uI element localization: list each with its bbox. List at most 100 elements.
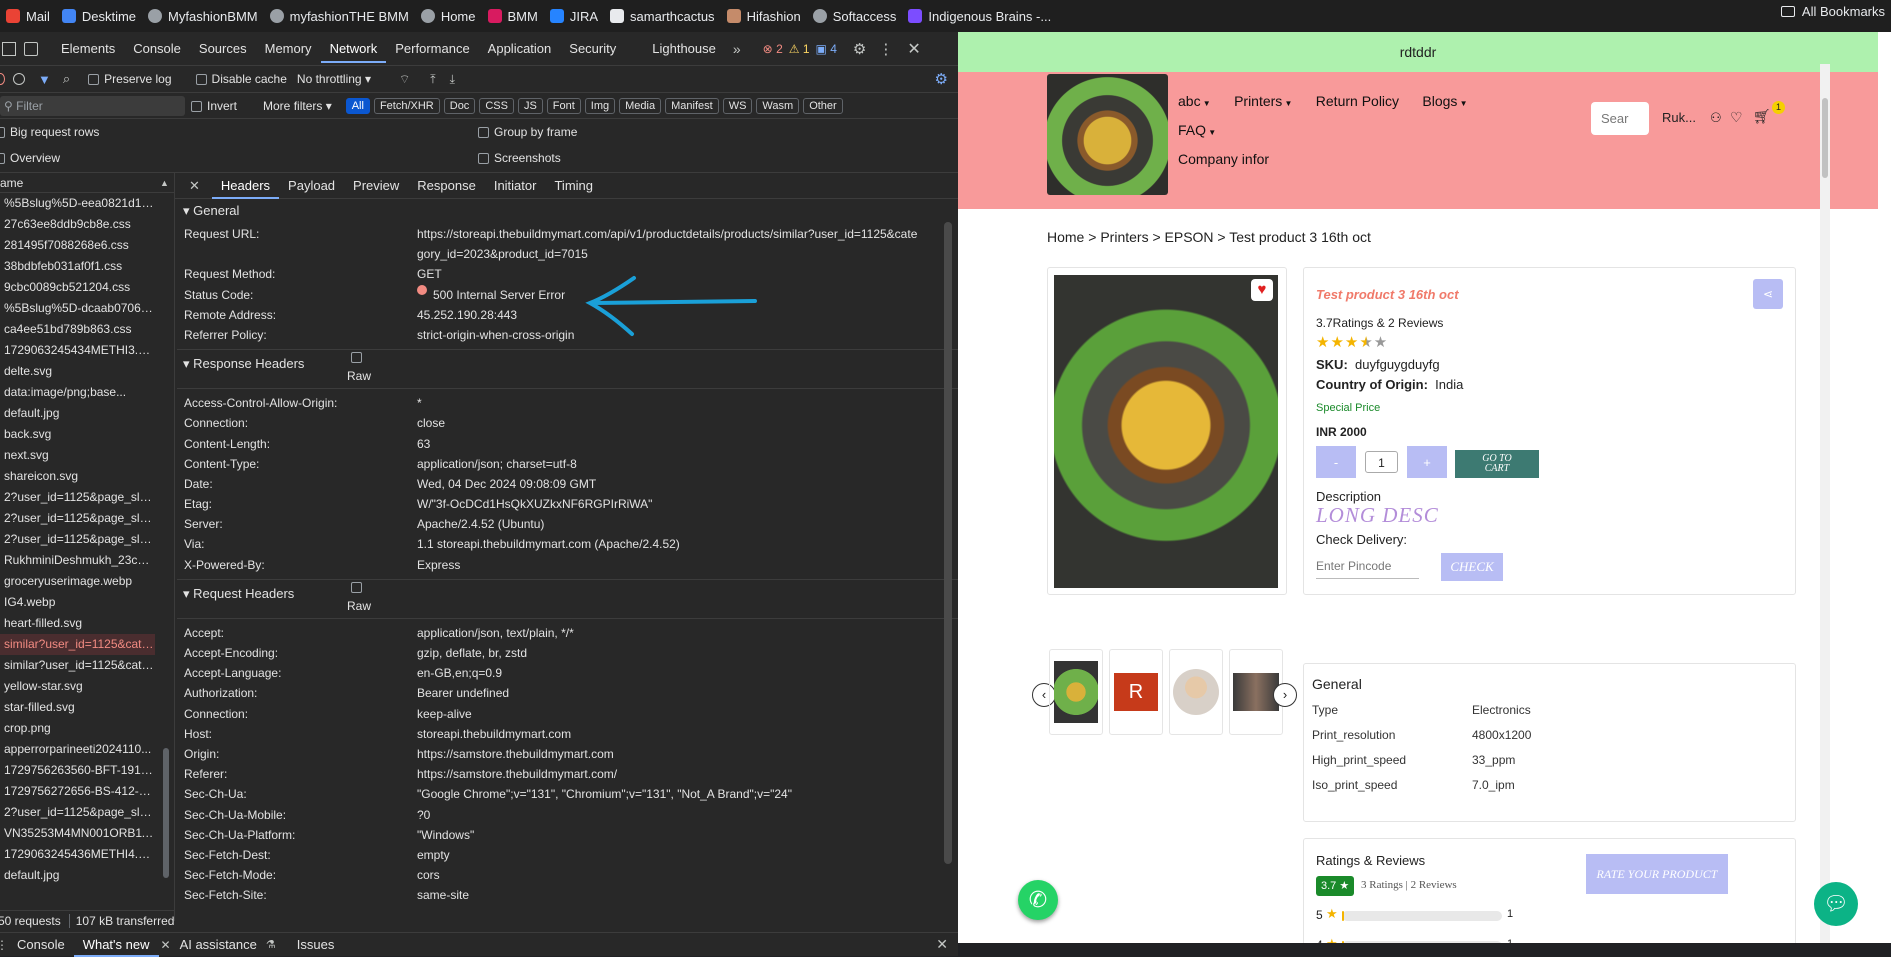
request-row[interactable]: back.svg: [0, 424, 155, 445]
request-row[interactable]: similar?user_id=1125&cate...: [0, 655, 155, 676]
header-value[interactable]: https://samstore.thebuildmymart.com/: [417, 764, 958, 784]
bookmark-mail[interactable]: Mail: [0, 4, 56, 28]
header-value[interactable]: "Google Chrome";v="131", "Chromium";v="1…: [417, 784, 958, 804]
user-icon[interactable]: ⚇: [1710, 110, 1722, 126]
big-rows-option[interactable]: Big request rows: [0, 120, 99, 144]
drawer-menu-icon[interactable]: ⋮: [0, 938, 8, 952]
filter-all[interactable]: All: [345, 97, 370, 114]
header-value[interactable]: storeapi.thebuildmymart.com: [417, 724, 958, 744]
request-row[interactable]: shareicon.svg: [0, 466, 155, 487]
tab-timing[interactable]: Timing: [545, 178, 602, 193]
breadcrumb-home[interactable]: Home: [1047, 229, 1084, 245]
export-har-icon[interactable]: ⤓: [450, 72, 455, 87]
request-row[interactable]: 2?user_id=1125&page_slu...: [0, 508, 155, 529]
filter-input[interactable]: ⚲ Filter: [0, 95, 185, 116]
qty-increment-button[interactable]: +: [1407, 446, 1447, 478]
thumbnail-2[interactable]: R: [1109, 649, 1163, 735]
request-row[interactable]: 2?user_id=1125&page_slu...: [0, 529, 155, 550]
tab-application[interactable]: Application: [479, 41, 561, 56]
bookmark-bmm[interactable]: BMM: [482, 4, 544, 28]
request-row[interactable]: 9cbc0089cb521204.css: [0, 277, 155, 298]
breadcrumb-epson[interactable]: EPSON: [1165, 229, 1214, 245]
inspect-icon[interactable]: [2, 41, 16, 56]
request-row[interactable]: next.svg: [0, 445, 155, 466]
request-row[interactable]: 281495f7088268e6.css: [0, 235, 155, 256]
nav-abc[interactable]: abc ▼: [1178, 93, 1211, 109]
header-value[interactable]: keep-alive: [417, 704, 958, 724]
product-main-image[interactable]: [1054, 275, 1278, 588]
bookmark-jira[interactable]: JIRA: [544, 4, 604, 28]
tab-security[interactable]: Security: [560, 41, 625, 56]
request-row[interactable]: data:image/png;base...: [0, 382, 155, 403]
issues-count[interactable]: ▣ 4: [816, 42, 837, 56]
bookmark-samarthcactus[interactable]: samarthcactus: [604, 4, 721, 28]
clear-icon[interactable]: [13, 73, 25, 85]
group-by-frame-option[interactable]: Group by frame: [478, 120, 577, 144]
bookmark-myfashion-the-bmm[interactable]: myfashionTHE BMM: [264, 4, 415, 28]
bookmark-indigenous-brains[interactable]: Indigenous Brains -...: [902, 4, 1057, 28]
raw-checkbox[interactable]: [351, 581, 362, 593]
bookmark-softaccess[interactable]: Softaccess: [807, 4, 903, 28]
request-row[interactable]: delte.svg: [0, 361, 155, 382]
header-value[interactable]: 1.1 storeapi.thebuildmymart.com (Apache/…: [417, 534, 958, 554]
tab-sources[interactable]: Sources: [190, 41, 256, 56]
qty-decrement-button[interactable]: -: [1316, 446, 1356, 478]
all-bookmarks[interactable]: All Bookmarks: [1780, 4, 1885, 19]
network-settings-icon[interactable]: ⚙: [935, 70, 948, 88]
nav-faq[interactable]: FAQ ▼: [1178, 122, 1216, 138]
header-value[interactable]: application/json; charset=utf-8: [417, 454, 958, 474]
header-value[interactable]: same-site: [417, 885, 958, 905]
close-devtools-icon[interactable]: ✕: [907, 39, 920, 59]
nav-return-policy[interactable]: Return Policy: [1316, 93, 1399, 109]
tab-payload[interactable]: Payload: [279, 178, 344, 193]
share-icon[interactable]: ⋖: [1753, 279, 1783, 309]
request-row[interactable]: star-filled.svg: [0, 697, 155, 718]
close-drawer-icon[interactable]: ✕: [936, 936, 948, 953]
next-thumb-chevron-icon[interactable]: ›: [1273, 683, 1297, 707]
rate-product-button[interactable]: RATE YOUR PRODUCT: [1586, 854, 1728, 894]
go-to-cart-button[interactable]: GO TO CART: [1455, 450, 1539, 478]
filter-ws[interactable]: WS: [722, 97, 753, 114]
tab-lighthouse[interactable]: Lighthouse: [643, 41, 725, 56]
tab-preview[interactable]: Preview: [344, 178, 408, 193]
whatsapp-icon[interactable]: ✆: [1018, 880, 1058, 920]
name-column-header[interactable]: ame: [0, 176, 23, 190]
request-row[interactable]: 2?user_id=1125&page_slu...: [0, 802, 155, 823]
check-delivery-button[interactable]: CHECK: [1441, 553, 1503, 581]
request-row[interactable]: apperrorparineeti2024110...: [0, 739, 155, 760]
filter-other[interactable]: Other: [803, 97, 843, 114]
request-row[interactable]: 1729063245436METHI4.we...: [0, 844, 155, 865]
filter-media[interactable]: Media: [619, 97, 662, 114]
drawer-tab-console[interactable]: Console: [8, 937, 74, 952]
header-value[interactable]: 500 Internal Server Error: [433, 285, 565, 305]
throttling-select[interactable]: No throttling ▾: [297, 72, 371, 86]
request-row[interactable]: 1729756263560-BFT-191-2...: [0, 760, 155, 781]
request-row[interactable]: %5Bslug%5D-eea0821d15...: [0, 193, 155, 214]
request-row[interactable]: RukhminiDeshmukh_23c69...: [0, 550, 155, 571]
request-row[interactable]: 1729756272656-BS-412-12...: [0, 781, 155, 802]
wishlist-heart-icon[interactable]: ♡: [1730, 109, 1743, 126]
filter-img[interactable]: Img: [584, 97, 616, 114]
filter-manifest[interactable]: Manifest: [665, 97, 719, 114]
import-har-icon[interactable]: ⤒: [430, 72, 435, 87]
site-search-input[interactable]: Sear: [1591, 102, 1649, 135]
header-value[interactable]: application/json, text/plain, */*: [417, 623, 958, 643]
header-value[interactable]: Express: [417, 555, 958, 575]
tab-performance[interactable]: Performance: [386, 41, 478, 56]
store-logo[interactable]: [1047, 74, 1168, 195]
tab-response[interactable]: Response: [408, 178, 485, 193]
raw-checkbox[interactable]: [351, 352, 362, 364]
wishlist-filled-heart-icon[interactable]: ♥: [1251, 279, 1273, 301]
filter-wasm[interactable]: Wasm: [756, 97, 800, 114]
header-value[interactable]: gory_id=2023&product_id=7015: [417, 244, 958, 264]
header-value[interactable]: "Windows": [417, 825, 958, 845]
header-value[interactable]: gzip, deflate, br, zstd: [417, 643, 958, 663]
header-value[interactable]: empty: [417, 845, 958, 865]
header-value[interactable]: Bearer undefined: [417, 683, 958, 703]
page-scrollbar[interactable]: [1820, 64, 1830, 943]
invert-checkbox[interactable]: Invert: [191, 99, 237, 113]
user-name[interactable]: Ruk...: [1662, 110, 1696, 125]
preserve-log-checkbox[interactable]: Preserve log: [88, 72, 172, 86]
device-toolbar-icon[interactable]: [24, 41, 38, 56]
nav-printers[interactable]: Printers ▼: [1234, 93, 1292, 109]
